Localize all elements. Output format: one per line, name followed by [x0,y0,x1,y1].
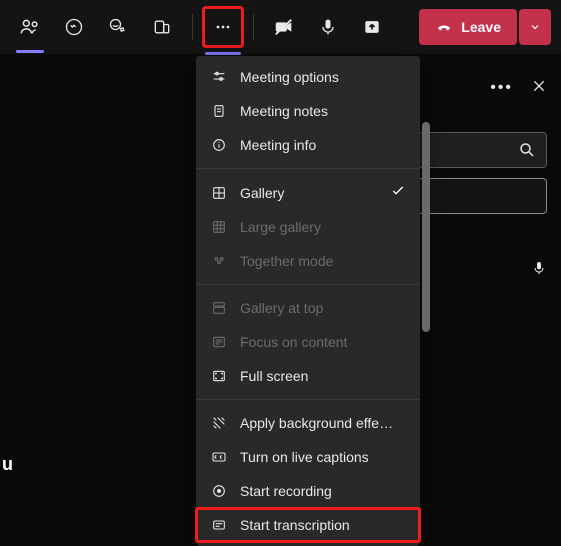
menu-start-recording[interactable]: Start recording [196,474,420,508]
notes-icon [210,102,228,120]
tutorial-step-marker: u [0,454,13,475]
menu-meeting-info[interactable]: Meeting info [196,128,420,162]
panel-more-button[interactable]: ••• [490,79,513,97]
menu-large-gallery: Large gallery [196,210,420,244]
chevron-down-icon [529,21,541,33]
menu-focus-on-content: Focus on content [196,325,420,359]
background-effects-icon [210,414,228,432]
people-button[interactable] [10,7,50,47]
scrollbar-thumb[interactable] [422,122,430,332]
info-icon [210,136,228,154]
menu-full-screen[interactable]: Full screen [196,359,420,393]
menu-scrollbar[interactable] [422,122,430,538]
more-actions-button[interactable] [203,7,243,47]
menu-gallery[interactable]: Gallery [196,175,420,210]
chat-button[interactable] [54,7,94,47]
menu-divider [196,399,420,400]
gallery-icon [210,184,228,202]
large-gallery-icon [210,218,228,236]
meeting-toolbar: Leave [0,0,561,54]
transcription-icon [210,516,228,534]
toolbar-separator [253,14,254,40]
hangup-icon [435,18,453,36]
together-mode-icon [210,252,228,270]
focus-content-icon [210,333,228,351]
menu-live-captions[interactable]: Turn on live captions [196,440,420,474]
leave-group: Leave [419,9,551,45]
record-icon [210,482,228,500]
menu-start-transcription[interactable]: Start transcription [196,508,420,542]
panel-close-button[interactable] [531,78,547,99]
camera-button[interactable] [264,7,304,47]
close-icon [531,78,547,94]
rooms-button[interactable] [142,7,182,47]
reactions-button[interactable] [98,7,138,47]
leave-caret-button[interactable] [519,9,551,45]
gallery-top-icon [210,299,228,317]
leave-button[interactable]: Leave [419,9,517,45]
menu-meeting-options[interactable]: Meeting options [196,60,420,94]
mic-button[interactable] [308,7,348,47]
menu-apply-background[interactable]: Apply background effe… [196,406,420,440]
menu-gallery-at-top: Gallery at top [196,291,420,325]
fullscreen-icon [210,367,228,385]
menu-together-mode: Together mode [196,244,420,278]
menu-meeting-notes[interactable]: Meeting notes [196,94,420,128]
menu-divider [196,284,420,285]
captions-icon [210,448,228,466]
more-actions-menu: Meeting options Meeting notes Meeting in… [196,56,420,546]
leave-label: Leave [461,19,501,35]
check-icon [390,183,406,202]
search-icon [518,141,536,159]
menu-divider [196,168,420,169]
toolbar-separator [192,14,193,40]
settings-sliders-icon [210,68,228,86]
share-button[interactable] [352,7,392,47]
participant-mic-icon [531,260,547,279]
